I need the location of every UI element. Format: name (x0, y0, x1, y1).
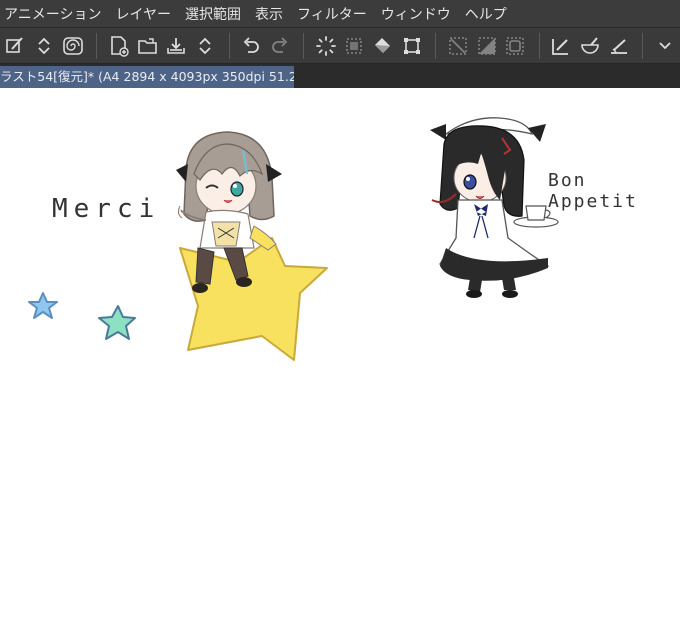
updown-icon (38, 37, 50, 54)
menu-selection[interactable]: 選択範囲 (181, 4, 251, 24)
menu-filter[interactable]: フィルター (293, 4, 377, 24)
chibi-character-right (430, 117, 559, 298)
toolbar-divider (435, 32, 437, 59)
open-folder-button[interactable] (134, 32, 161, 60)
save-icon (167, 37, 186, 54)
ruler-button[interactable] (605, 32, 632, 60)
document-tab-bar: ラスト54[復元]* (A4 2894 x 4093px 350dpi 51.2… (0, 64, 680, 88)
bowl-icon (581, 36, 599, 54)
document-tab[interactable]: ラスト54[復元]* (A4 2894 x 4093px 350dpi 51.2… (0, 66, 294, 88)
fill-icon (375, 37, 391, 53)
redo-button[interactable] (266, 32, 293, 60)
toolbar-divider (303, 32, 305, 59)
toolbar-divider (538, 32, 540, 59)
select-dots-button[interactable] (341, 32, 368, 60)
fill-button[interactable] (370, 32, 397, 60)
toolbar-more-button[interactable] (651, 32, 678, 60)
invert-selection-icon (477, 36, 496, 55)
chevron-down-icon (658, 41, 671, 49)
spinner-button[interactable] (312, 32, 339, 60)
menu-window[interactable]: ウィンドウ (377, 4, 461, 24)
undo-button[interactable] (238, 32, 265, 60)
merci-text: Merci (52, 194, 161, 224)
blue-star (28, 292, 58, 319)
undo-icon (243, 36, 259, 53)
updown-button-2[interactable] (192, 32, 219, 60)
green-star (98, 305, 136, 340)
save-button[interactable] (163, 32, 190, 60)
transform-icon (404, 37, 421, 54)
updown-button[interactable] (31, 32, 58, 60)
ruler-icon (610, 38, 627, 54)
menu-animation[interactable]: アニメーション (0, 4, 111, 24)
updown-icon (199, 37, 211, 54)
bowl-button[interactable] (577, 32, 604, 60)
drawing-canvas[interactable]: Merci Bon Appetit (0, 88, 680, 620)
transform-button[interactable] (399, 32, 426, 60)
menu-layer[interactable]: レイヤー (111, 4, 181, 24)
spinner-icon (315, 35, 336, 56)
ruler-pen-icon (552, 38, 569, 55)
menu-bar: アニメーション レイヤー 選択範囲 表示 フィルター ウィンドウ ヘルプ (0, 0, 680, 28)
canvas-artwork (28, 117, 559, 361)
open-folder-icon (137, 37, 157, 54)
selection-border-icon (506, 36, 525, 55)
spiral-icon (63, 36, 83, 55)
toolbar-divider (228, 32, 230, 59)
clear-selection-button[interactable] (444, 32, 471, 60)
menu-view[interactable]: 表示 (251, 4, 293, 24)
bon-appetit-text: Bon Appetit (548, 170, 638, 212)
spiral-button[interactable] (60, 32, 87, 60)
new-file-button[interactable] (105, 32, 132, 60)
menu-help[interactable]: ヘルプ (461, 4, 517, 24)
new-file-icon (110, 35, 129, 57)
ruler-pen-button[interactable] (548, 32, 575, 60)
toolbar-divider (642, 32, 644, 59)
brush-setting-button[interactable] (2, 32, 29, 60)
brush-setting-icon (6, 36, 24, 53)
redo-icon (271, 36, 288, 53)
command-toolbar (0, 28, 680, 64)
clear-selection-icon (448, 36, 467, 55)
select-dots-icon (346, 37, 363, 54)
selection-border-button[interactable] (502, 32, 529, 60)
toolbar-divider (96, 32, 98, 59)
invert-selection-button[interactable] (473, 32, 500, 60)
